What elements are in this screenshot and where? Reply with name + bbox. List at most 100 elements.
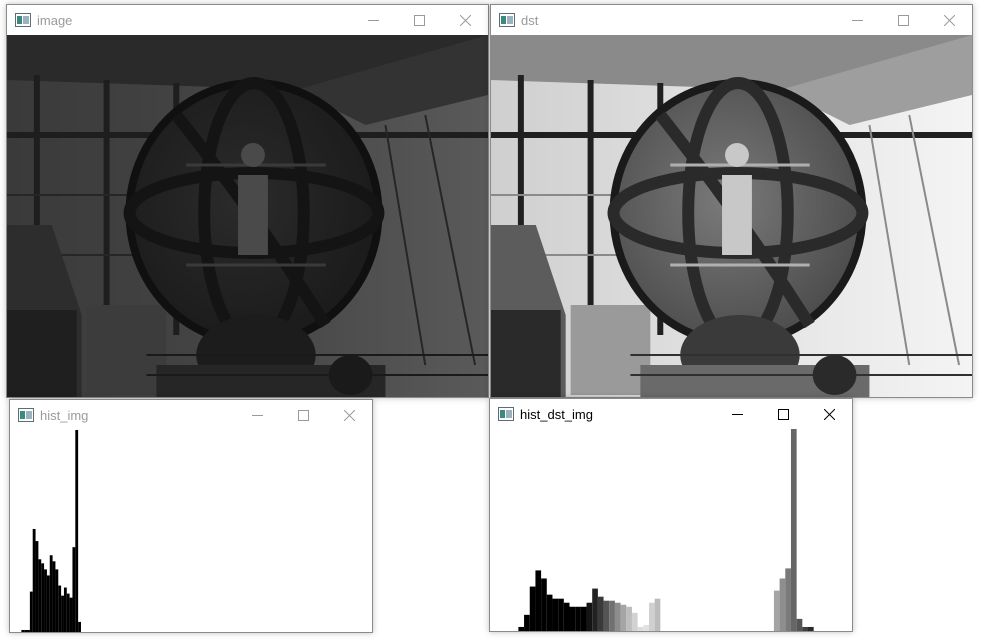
- histogram-bar: [802, 626, 808, 631]
- histogram-bar: [603, 600, 610, 631]
- minimize-button[interactable]: [714, 399, 760, 429]
- histogram-bar: [27, 629, 30, 632]
- histogram-bar: [38, 559, 42, 632]
- minimize-button[interactable]: [234, 400, 280, 430]
- histogram-bar: [52, 561, 56, 632]
- histogram-bar: [580, 606, 587, 631]
- histogram-bar: [592, 588, 598, 631]
- histogram-bar: [785, 568, 791, 631]
- hist-dst-img-canvas: [490, 429, 852, 631]
- minimize-button[interactable]: [834, 5, 880, 35]
- histogram-bar: [620, 604, 627, 631]
- window-title: hist_dst_img: [520, 406, 593, 422]
- minimize-icon: [251, 414, 263, 416]
- histogram-bar: [529, 586, 536, 631]
- histogram-bar: [637, 626, 644, 631]
- histogram-bar: [35, 541, 39, 632]
- image-window[interactable]: image: [6, 4, 489, 398]
- histogram-bar: [609, 600, 615, 631]
- histogram-bar: [518, 626, 525, 631]
- histogram-bar: [643, 624, 649, 631]
- histogram-bar: [32, 528, 36, 632]
- histogram-original: [21, 430, 81, 632]
- maximize-button[interactable]: [396, 5, 442, 35]
- histogram-bar: [535, 570, 542, 631]
- histogram-bar: [49, 555, 53, 632]
- close-button[interactable]: [442, 5, 488, 35]
- maximize-icon: [897, 14, 909, 26]
- histogram-bar: [63, 587, 67, 632]
- histogram-bar: [66, 593, 70, 632]
- histogram-bar: [61, 595, 64, 632]
- close-button[interactable]: [806, 399, 852, 429]
- histogram-bar: [55, 569, 59, 632]
- opencv-window-icon: [15, 13, 31, 27]
- histogram-bar: [563, 602, 570, 631]
- histogram-bar: [626, 606, 632, 631]
- histogram-bar: [597, 596, 604, 631]
- image-titlebar[interactable]: image: [7, 5, 488, 35]
- grayscale-photo-dark: [7, 35, 488, 397]
- histogram-bar: [558, 598, 564, 631]
- histogram-bar: [631, 612, 638, 631]
- histogram-bar: [614, 602, 621, 631]
- histogram-bar: [586, 602, 593, 631]
- histogram-bar: [78, 621, 81, 632]
- window-title: hist_img: [40, 407, 89, 423]
- grayscale-photo-equalized: [491, 35, 972, 397]
- histogram-bar: [58, 585, 62, 632]
- maximize-icon: [297, 409, 309, 421]
- hist-img-window[interactable]: hist_img: [9, 399, 373, 633]
- histogram-bar: [552, 598, 559, 631]
- close-icon: [823, 408, 835, 420]
- maximize-button[interactable]: [880, 5, 926, 35]
- minimize-icon: [731, 413, 743, 415]
- close-icon: [343, 409, 355, 421]
- histogram-bar: [46, 575, 50, 632]
- histogram-bar: [41, 563, 45, 632]
- image-canvas: [7, 35, 488, 397]
- histogram-bar: [524, 614, 530, 631]
- close-icon: [459, 14, 471, 26]
- close-button[interactable]: [326, 400, 372, 430]
- minimize-button[interactable]: [350, 5, 396, 35]
- window-title: image: [37, 12, 73, 28]
- opencv-window-icon: [498, 407, 514, 421]
- opencv-window-icon: [499, 13, 515, 27]
- maximize-icon: [413, 14, 425, 26]
- hist-dst-img-titlebar[interactable]: hist_dst_img: [490, 399, 852, 429]
- histogram-bar: [72, 547, 76, 632]
- maximize-icon: [777, 408, 789, 420]
- histogram-bar: [569, 606, 576, 631]
- histogram-bar: [29, 591, 33, 632]
- histogram-bar: [790, 429, 797, 631]
- close-icon: [943, 14, 955, 26]
- histogram-bar: [779, 578, 786, 631]
- hist-dst-img-window[interactable]: hist_dst_img: [489, 398, 853, 632]
- dst-window[interactable]: dst: [490, 4, 973, 398]
- histogram-bar: [24, 629, 28, 632]
- histogram-bar: [575, 606, 581, 631]
- histogram-bar: [75, 430, 79, 632]
- minimize-icon: [367, 19, 379, 21]
- histogram-equalized: [518, 429, 814, 631]
- histogram-bar: [807, 626, 814, 631]
- window-title: dst: [521, 12, 539, 28]
- maximize-button[interactable]: [760, 399, 806, 429]
- close-button[interactable]: [926, 5, 972, 35]
- histogram-bar: [546, 594, 553, 631]
- histogram-bar: [541, 578, 547, 631]
- histogram-bar: [649, 602, 655, 631]
- hist-img-titlebar[interactable]: hist_img: [10, 400, 372, 430]
- histogram-bar: [654, 598, 661, 631]
- histogram-bar: [44, 569, 47, 632]
- minimize-icon: [851, 19, 863, 21]
- maximize-button[interactable]: [280, 400, 326, 430]
- histogram-bar: [796, 618, 803, 631]
- dst-canvas: [491, 35, 972, 397]
- opencv-window-icon: [18, 408, 34, 422]
- histogram-bar: [21, 629, 25, 632]
- histogram-bar: [773, 590, 780, 631]
- dst-titlebar[interactable]: dst: [491, 5, 972, 35]
- hist-img-canvas: [10, 430, 372, 632]
